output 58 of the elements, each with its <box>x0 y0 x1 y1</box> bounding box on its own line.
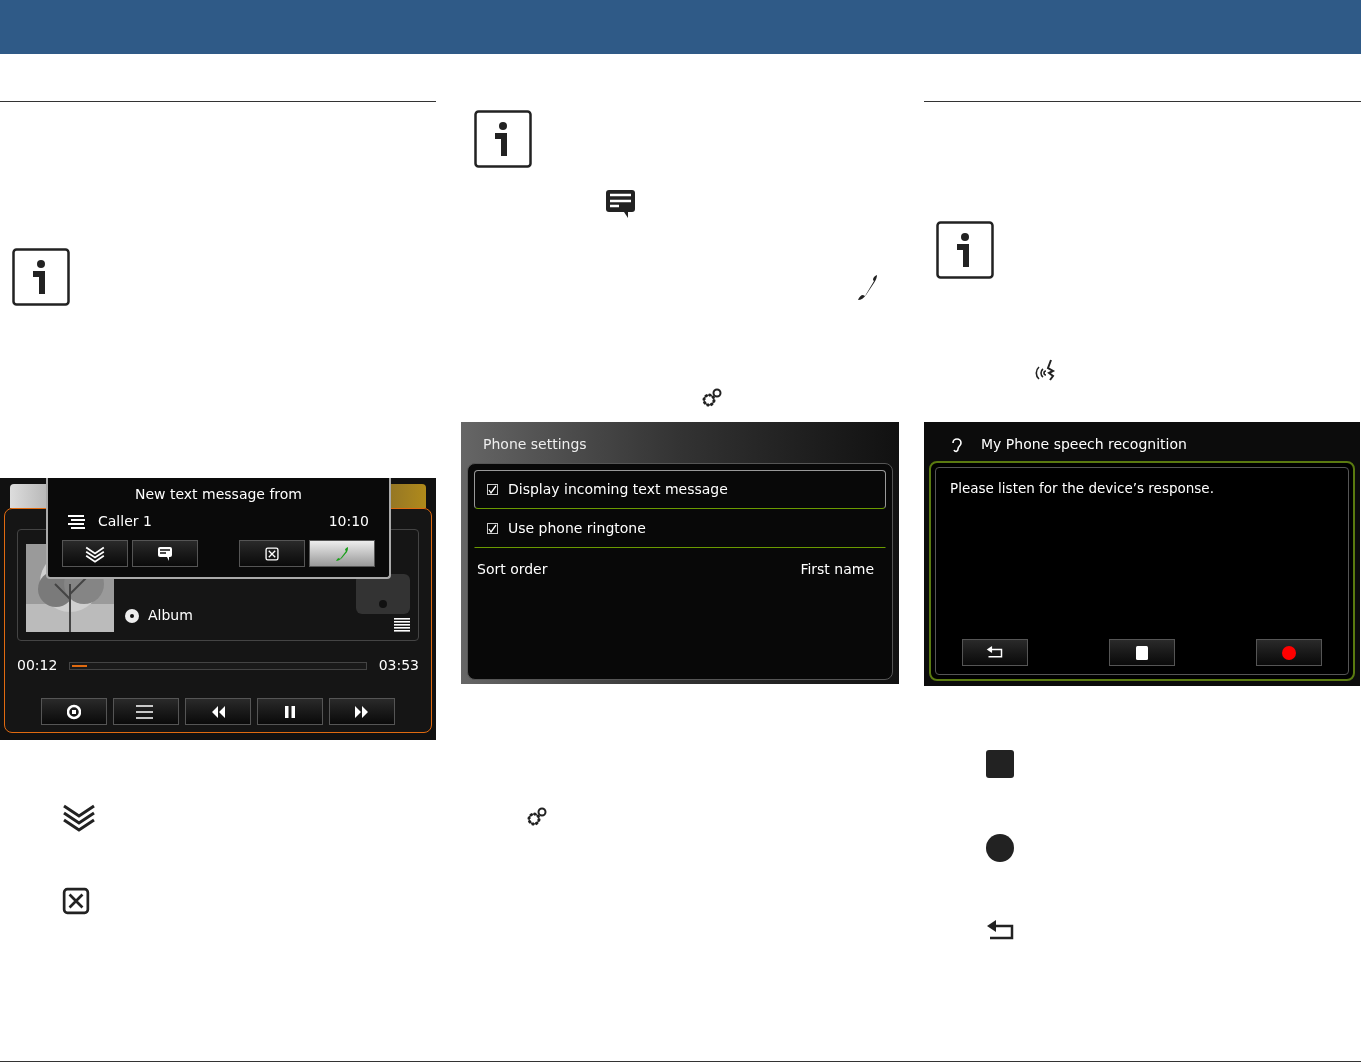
info-icon <box>936 221 994 279</box>
settings-option[interactable]: Display incoming text message <box>474 470 886 509</box>
list-icon <box>136 704 156 719</box>
settings-option[interactable]: Use phone ringtone <box>474 509 886 548</box>
fast-forward-icon <box>355 705 369 718</box>
message-icon <box>606 190 635 219</box>
phone-handset-icon <box>855 274 879 302</box>
message-icon <box>157 546 172 561</box>
playlist-button[interactable] <box>113 698 179 725</box>
checkbox[interactable] <box>487 523 498 534</box>
speech-message: Please listen for the device’s response. <box>950 479 1215 498</box>
back-arrow-icon <box>986 920 1016 942</box>
back-button[interactable] <box>962 639 1028 666</box>
rewind-icon <box>211 705 225 718</box>
pause-button[interactable] <box>257 698 323 725</box>
close-icon <box>265 546 280 561</box>
call-button[interactable] <box>309 540 375 567</box>
close-icon <box>62 887 90 915</box>
stop-button[interactable] <box>1109 639 1175 666</box>
option-label: Display incoming text message <box>508 480 728 499</box>
dismiss-button[interactable] <box>62 540 128 567</box>
repeat-button[interactable] <box>41 698 107 725</box>
phone-handset-icon <box>334 545 351 562</box>
chevrons-down-icon <box>84 544 105 563</box>
chevrons-down-icon <box>62 802 96 832</box>
screen-title: My Phone speech recognition <box>981 435 1187 454</box>
list-icon <box>394 618 410 632</box>
message-list-icon <box>68 514 86 529</box>
message-time: 10:10 <box>328 512 369 531</box>
disc-icon <box>124 607 140 624</box>
info-icon <box>474 110 532 168</box>
forward-button[interactable] <box>329 698 395 725</box>
gears-icon <box>701 388 723 408</box>
option-label: Use phone ringtone <box>508 519 646 538</box>
caller-name: Caller 1 <box>98 512 153 531</box>
album-label: Album <box>148 606 193 625</box>
pause-icon <box>285 705 295 718</box>
info-icon <box>12 248 70 306</box>
total-time: 03:53 <box>378 656 419 675</box>
sort-order-value: First name <box>800 559 874 579</box>
gears-icon <box>526 807 548 827</box>
read-message-button[interactable] <box>131 540 198 567</box>
record-icon <box>1282 645 1296 660</box>
popup-title: New text message from <box>134 485 303 504</box>
screen-title: Phone settings <box>482 435 588 454</box>
stop-icon <box>986 750 1014 778</box>
record-icon <box>986 834 1014 862</box>
record-button[interactable] <box>1256 639 1322 666</box>
rewind-button[interactable] <box>185 698 251 725</box>
repeat-icon <box>67 703 81 720</box>
close-button[interactable] <box>239 540 306 567</box>
back-arrow-icon <box>986 646 1004 659</box>
ear-icon <box>951 436 963 453</box>
elapsed-time: 00:12 <box>17 656 58 675</box>
stop-icon <box>1136 645 1148 660</box>
voice-command-icon <box>1035 359 1057 381</box>
checkbox[interactable] <box>487 484 498 495</box>
sort-order-label: Sort order <box>477 559 548 579</box>
